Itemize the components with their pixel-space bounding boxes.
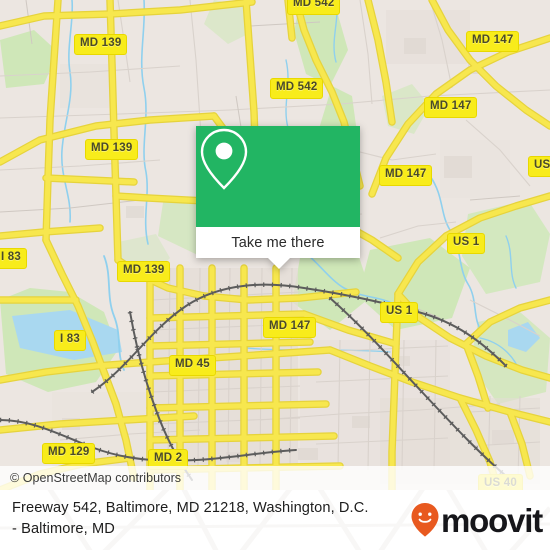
road-shield: I 83 <box>54 330 86 351</box>
footer-bar: Freeway 542, Baltimore, MD 21218, Washin… <box>0 490 550 550</box>
road-shield: US <box>528 156 550 177</box>
card-pointer-tail <box>268 258 290 269</box>
road-shield: MD 129 <box>42 443 96 464</box>
osm-attribution-text: © OpenStreetMap contributors <box>10 471 182 485</box>
map-canvas[interactable]: .park{fill:#cfe7b8} .parkdark{fill:#c4e0… <box>0 0 550 490</box>
map-attribution-bar: © OpenStreetMap contributors <box>0 466 550 490</box>
take-me-there-button[interactable]: Take me there <box>196 227 360 258</box>
location-info-card[interactable]: Take me there <box>196 126 360 269</box>
moovit-wordmark: moovit <box>441 501 543 539</box>
road-shield: MD 139 <box>117 261 171 282</box>
road-shield: MD 139 <box>85 139 139 160</box>
road-shield: MD 45 <box>169 355 216 376</box>
map-pin-icon <box>200 128 248 190</box>
road-shield: MD 542 <box>270 78 324 99</box>
address-line-2: - Baltimore, MD <box>12 521 115 537</box>
card-marker-area <box>196 126 360 227</box>
road-shield: MD 147 <box>466 31 520 52</box>
road-shield: US 1 <box>447 233 486 254</box>
road-shield: MD 147 <box>263 317 317 338</box>
road-shield: MD 139 <box>74 34 128 55</box>
road-shield: I 83 <box>0 248 27 269</box>
moovit-smiley-pin-icon <box>411 503 439 537</box>
road-shield: MD 147 <box>424 97 478 118</box>
moovit-logo[interactable]: moovit <box>410 501 543 539</box>
address-text: Freeway 542, Baltimore, MD 21218, Washin… <box>12 498 422 540</box>
road-shield: US 1 <box>380 302 419 323</box>
road-shield: MD 542 <box>287 0 341 15</box>
map-screenshot: .park{fill:#cfe7b8} .parkdark{fill:#c4e0… <box>0 0 550 550</box>
take-me-there-label: Take me there <box>231 234 325 251</box>
address-line-1: Freeway 542, Baltimore, MD 21218, Washin… <box>12 500 369 516</box>
road-shield: MD 147 <box>379 165 433 186</box>
